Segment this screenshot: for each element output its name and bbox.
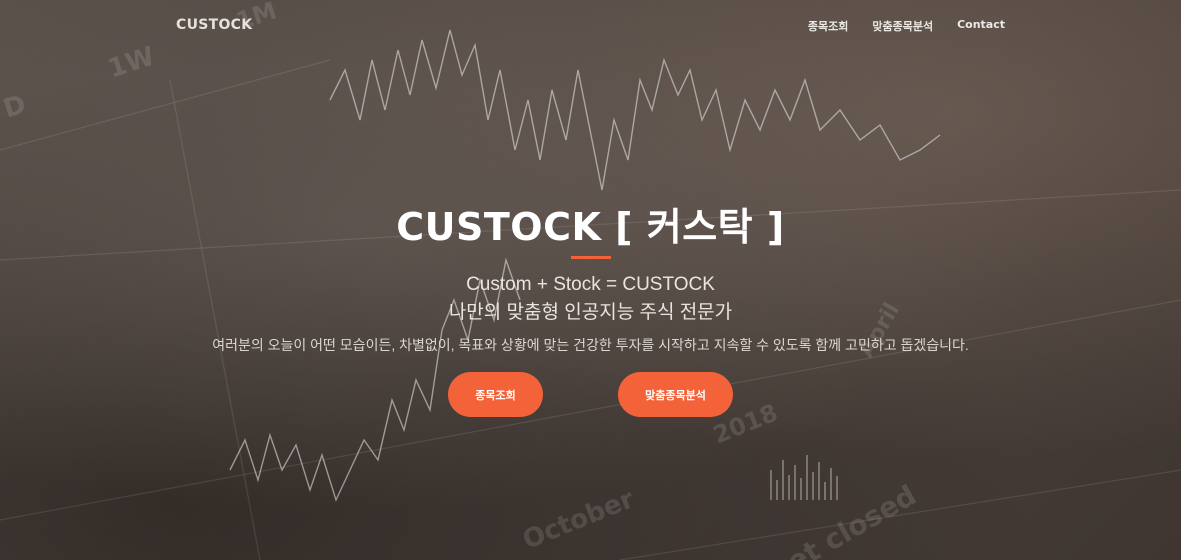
title-divider	[571, 256, 611, 259]
hero-subtitle-line2: 나만의 맞춤형 인공지능 주식 전문가	[448, 302, 733, 323]
nav-links: 종목조회 맞춤종목분석 Contact	[808, 18, 1005, 34]
brand-logo[interactable]: CUSTOCK	[176, 17, 252, 33]
custom-analysis-button[interactable]: 맞춤종목분석	[618, 372, 733, 417]
nav-link-contact[interactable]: Contact	[957, 18, 1005, 34]
nav-link-stock-search[interactable]: 종목조회	[808, 18, 848, 34]
hero-description: 여러분의 오늘이 어떤 모습이든, 차별없이, 목표와 상황에 맞는 건강한 투…	[212, 337, 969, 353]
stock-search-button[interactable]: 종목조회	[448, 372, 543, 417]
hero-title: CUSTOCK [ 커스탁 ]	[396, 205, 785, 249]
nav-link-custom-analysis[interactable]: 맞춤종목분석	[872, 18, 933, 34]
navbar: CUSTOCK 종목조회 맞춤종목분석 Contact	[0, 0, 1181, 52]
hero-subtitle-line1: Custom + Stock = CUSTOCK	[466, 274, 715, 295]
